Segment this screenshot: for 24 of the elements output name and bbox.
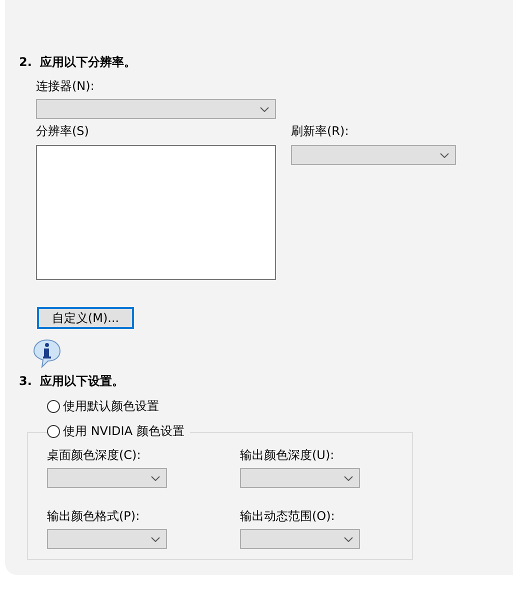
chevron-icon [260,106,269,112]
radio-label: 使用 NVIDIA 颜色设置 [63,423,184,440]
field-label: 输出动态范围(O): [240,508,336,524]
step-number: 2. [19,54,32,70]
field-label: 刷新率(R): [291,123,350,139]
radio-button[interactable] [47,425,60,438]
chevron-icon [440,152,449,158]
chevron-icon [151,476,160,480]
radio-label: 使用默认颜色设置 [63,398,159,415]
section-heading: 应用以下分辨率。 [40,54,136,70]
section-heading: 应用以下设置。 [40,373,124,389]
radio-button[interactable] [47,400,60,413]
chevron-icon [151,536,160,542]
field-label: 桌面颜色深度(C): [47,447,142,463]
field-label: 输出颜色深度(U): [240,447,336,463]
step-number: 3. [19,373,32,389]
resolution-list[interactable] [36,145,276,280]
chevron-icon [344,476,353,480]
info-icon [32,338,63,369]
field-label: 分辨率(S) [36,123,90,139]
field-label: 输出颜色格式(P): [47,508,141,524]
customize-button[interactable]: 自定义(M)... [37,307,134,329]
field-label: 连接器(N): [36,78,96,94]
chevron-icon [344,536,353,542]
